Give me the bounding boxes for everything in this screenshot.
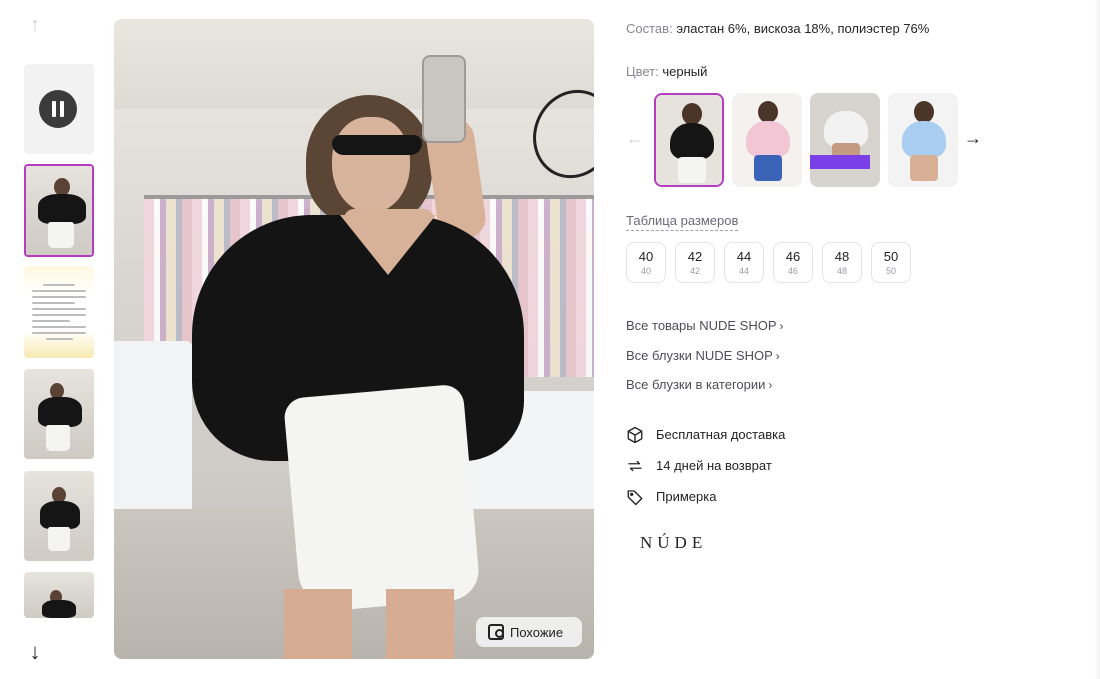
brand-logo[interactable]: NÚDE (640, 533, 707, 553)
all-brand-products-link[interactable]: Все товары NUDE SHOP › (626, 318, 784, 348)
main-product-image[interactable]: Похожие (114, 19, 594, 659)
tag-icon (627, 489, 643, 505)
color-swatch-pink[interactable] (732, 93, 802, 187)
feature-returns: 14 дней на возврат (626, 450, 785, 481)
composition: Состав: эластан 6%, вискоза 18%, полиэст… (626, 21, 929, 36)
promo-badge (810, 155, 870, 169)
composition-label: Состав: (626, 21, 673, 36)
colors-next-arrow-icon[interactable]: → (964, 128, 982, 149)
size-option[interactable]: 42 42 (675, 242, 715, 283)
thumbnail-info-card[interactable] (24, 266, 94, 358)
color-swatch-blue[interactable] (888, 93, 958, 187)
size-option[interactable]: 48 48 (822, 242, 862, 283)
composition-value: эластан 6%, вискоза 18%, полиэстер 76% (676, 21, 930, 36)
page-edge (1094, 0, 1100, 679)
similar-products-button[interactable]: Похожие (476, 617, 582, 647)
photo-white-skirt (282, 383, 482, 614)
color-swatch-black[interactable] (654, 93, 724, 187)
chevron-right-icon: › (775, 348, 780, 363)
color: Цвет: черный (626, 64, 707, 79)
size-table-link[interactable]: Таблица размеров (626, 213, 739, 231)
size-option[interactable]: 44 44 (724, 242, 764, 283)
size-option[interactable]: 46 46 (773, 242, 813, 283)
box-icon (627, 426, 643, 443)
thumbnail-photo[interactable] (24, 471, 94, 561)
all-category-blouses-link[interactable]: Все блузки в категории › (626, 377, 784, 407)
colors-prev-arrow-icon[interactable]: ← (626, 128, 644, 149)
all-brand-blouses-link[interactable]: Все блузки NUDE SHOP › (626, 348, 784, 378)
similar-products-label: Похожие (510, 624, 564, 640)
thumbnail-photo[interactable] (24, 572, 94, 618)
size-selector: 40 40 42 42 44 44 46 46 48 48 50 50 (626, 242, 911, 283)
color-swatch-white[interactable] (810, 93, 880, 187)
feature-free-delivery: Бесплатная доставка (626, 419, 785, 450)
feature-fitting: Примерка (626, 481, 785, 512)
related-links: Все товары NUDE SHOP › Все блузки NUDE SH… (626, 318, 784, 407)
thumbnails-scroll-down-icon[interactable]: ↓ (24, 640, 46, 664)
size-option[interactable]: 40 40 (626, 242, 666, 283)
photo-background (114, 19, 594, 109)
product-details: Состав: эластан 6%, вискоза 18%, полиэст… (626, 0, 1066, 679)
thumbnail-photo[interactable] (24, 369, 94, 459)
pause-icon[interactable] (39, 90, 77, 128)
thumbnail-photo-selected[interactable] (24, 164, 94, 257)
chevron-right-icon: › (779, 319, 784, 333)
thumbnail-list (24, 0, 94, 679)
thumbnail-video[interactable] (24, 64, 94, 154)
delivery-features: Бесплатная доставка 14 дней на возврат П… (626, 419, 785, 512)
size-option[interactable]: 50 50 (871, 242, 911, 283)
image-search-icon (488, 624, 504, 640)
color-value: черный (662, 64, 708, 79)
return-arrows-icon (628, 460, 642, 471)
color-label: Цвет: (626, 64, 659, 79)
chevron-right-icon: › (768, 378, 773, 392)
